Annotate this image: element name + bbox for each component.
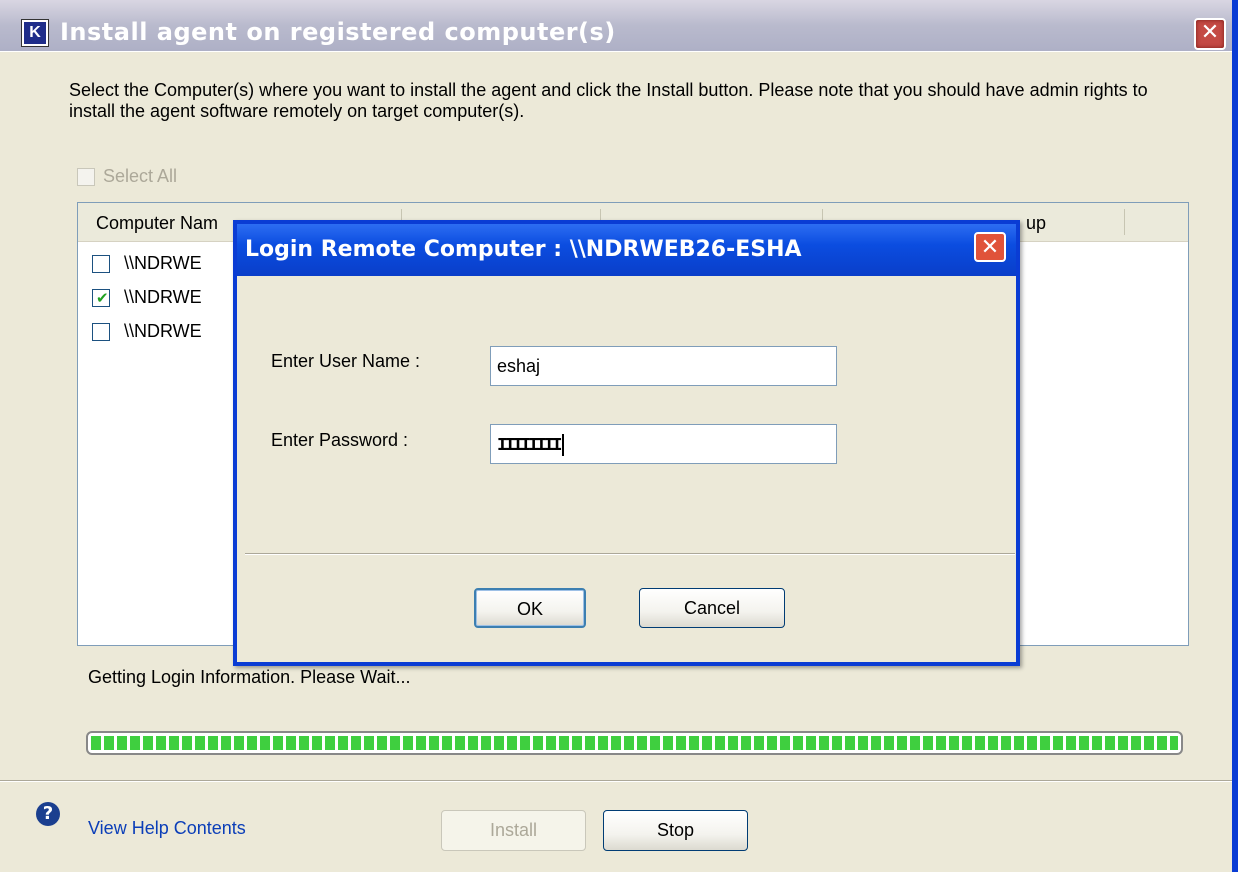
computer-name: \\NDRWE <box>124 253 202 273</box>
dialog-close-icon[interactable]: ✕ <box>974 232 1006 262</box>
password-field[interactable]: IIIIIIII <box>490 424 837 464</box>
password-mask: IIIIIIII <box>497 436 562 456</box>
login-dialog: Login Remote Computer : \\NDRWEB26-ESHA … <box>233 220 1020 666</box>
column-divider[interactable] <box>1124 209 1125 235</box>
ok-button[interactable]: OK <box>474 588 586 628</box>
close-icon[interactable]: ✕ <box>1194 18 1226 50</box>
dialog-title-bar[interactable]: Login Remote Computer : \\NDRWEB26-ESHA … <box>237 224 1016 276</box>
column-domain-fragment[interactable]: up <box>1026 213 1046 234</box>
row-checkbox[interactable] <box>92 323 110 342</box>
checkmark-icon: ✔ <box>96 289 109 308</box>
list-item[interactable]: \\NDRWE <box>92 321 202 342</box>
status-text: Getting Login Information. Please Wait..… <box>88 667 411 687</box>
select-all-box[interactable] <box>77 168 95 187</box>
cancel-button[interactable]: Cancel <box>639 588 785 628</box>
row-checkbox[interactable] <box>92 255 110 274</box>
list-item[interactable]: ✔ \\NDRWE <box>92 287 202 308</box>
progress-fill <box>91 736 1178 750</box>
password-label: Enter Password : <box>271 430 409 450</box>
dialog-divider <box>245 553 1015 555</box>
computer-name: \\NDRWE <box>124 287 202 307</box>
username-field[interactable]: eshaj <box>490 346 837 386</box>
view-help-link[interactable]: View Help Contents <box>88 818 246 839</box>
select-all-checkbox[interactable]: Select All <box>77 166 177 187</box>
main-title-bar[interactable]: K Install agent on registered computer(s… <box>0 0 1232 52</box>
instructions-text: Select the Computer(s) where you want to… <box>69 80 1148 121</box>
computer-name: \\NDRWE <box>124 321 202 341</box>
row-checkbox[interactable]: ✔ <box>92 289 110 308</box>
progress-bar <box>86 731 1183 755</box>
install-button[interactable]: Install <box>441 810 586 851</box>
app-logo-icon: K <box>22 20 48 46</box>
divider <box>0 780 1232 782</box>
username-label: Enter User Name : <box>271 351 421 371</box>
help-icon[interactable]: ? <box>36 802 60 826</box>
column-computer-name[interactable]: Computer Nam <box>96 213 218 234</box>
select-all-label: Select All <box>103 166 178 186</box>
stop-button[interactable]: Stop <box>603 810 748 851</box>
window-title: Install agent on registered computer(s) <box>60 18 616 46</box>
list-item[interactable]: \\NDRWE <box>92 253 202 274</box>
text-caret <box>562 434 565 457</box>
dialog-title: Login Remote Computer : \\NDRWEB26-ESHA <box>245 237 802 262</box>
